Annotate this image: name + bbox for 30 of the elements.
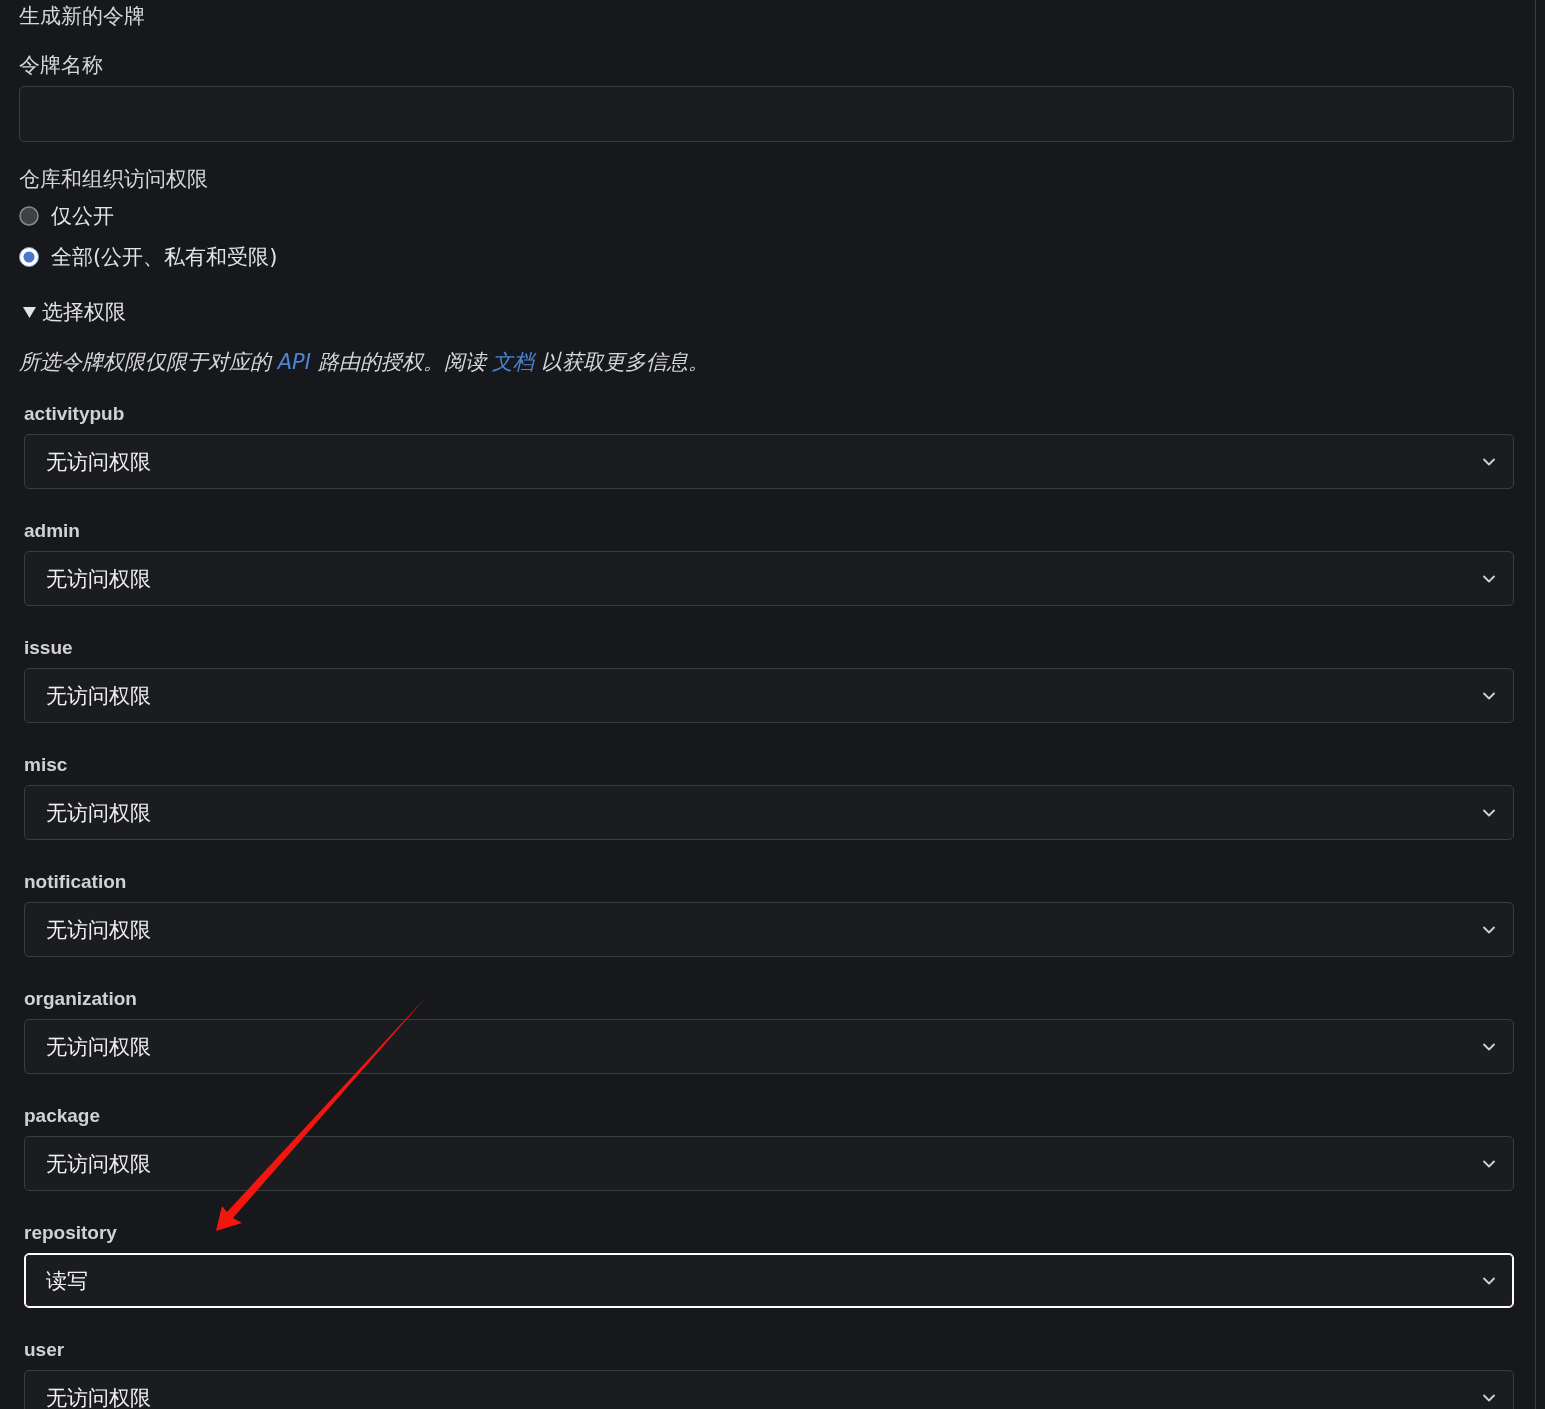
scope-label: user — [24, 1339, 65, 1361]
permission-select[interactable]: 无访问权限 — [24, 434, 1514, 489]
field-label: 令牌名称 — [19, 52, 103, 79]
scope-label: activitypub — [24, 403, 125, 425]
permission-select[interactable]: 无访问权限 — [24, 1019, 1514, 1074]
permission-select[interactable]: 读写 — [24, 1253, 1514, 1308]
permission-select[interactable]: 无访问权限 — [24, 1136, 1514, 1191]
scope-label: admin — [24, 520, 80, 542]
permission-select[interactable]: 无访问权限 — [24, 902, 1514, 957]
scope-label: organization — [24, 988, 137, 1010]
permission-select[interactable]: 无访问权限 — [24, 668, 1514, 723]
scope-label: issue — [24, 637, 73, 659]
radio-option[interactable]: 全部(公开、私有和受限) — [19, 243, 278, 271]
scope-label: notification — [24, 871, 127, 893]
docs-link[interactable]: API — [277, 350, 311, 374]
radio-icon[interactable] — [19, 247, 39, 267]
permission-select[interactable]: 无访问权限 — [24, 785, 1514, 840]
scope-label: package — [24, 1105, 101, 1127]
page-title: 生成新的令牌 — [19, 3, 145, 30]
permission-note: 所选令牌权限仅限于对应的 API 路由的授权。阅读 文档 以获取更多信息。 — [19, 349, 709, 376]
scope-label: misc — [24, 754, 68, 776]
radio-icon[interactable] — [19, 206, 39, 226]
scope-label: repository — [24, 1222, 117, 1244]
field-label: 仓库和组织访问权限 — [19, 166, 208, 193]
permission-select[interactable]: 无访问权限 — [24, 1370, 1514, 1409]
permission-select[interactable]: 无访问权限 — [24, 551, 1514, 606]
docs-link[interactable]: 文档 — [492, 350, 535, 374]
radio-option[interactable]: 仅公开 — [19, 202, 114, 230]
token-name-input[interactable] — [19, 86, 1514, 142]
permissions-toggle[interactable]: 选择权限 — [23, 298, 126, 326]
